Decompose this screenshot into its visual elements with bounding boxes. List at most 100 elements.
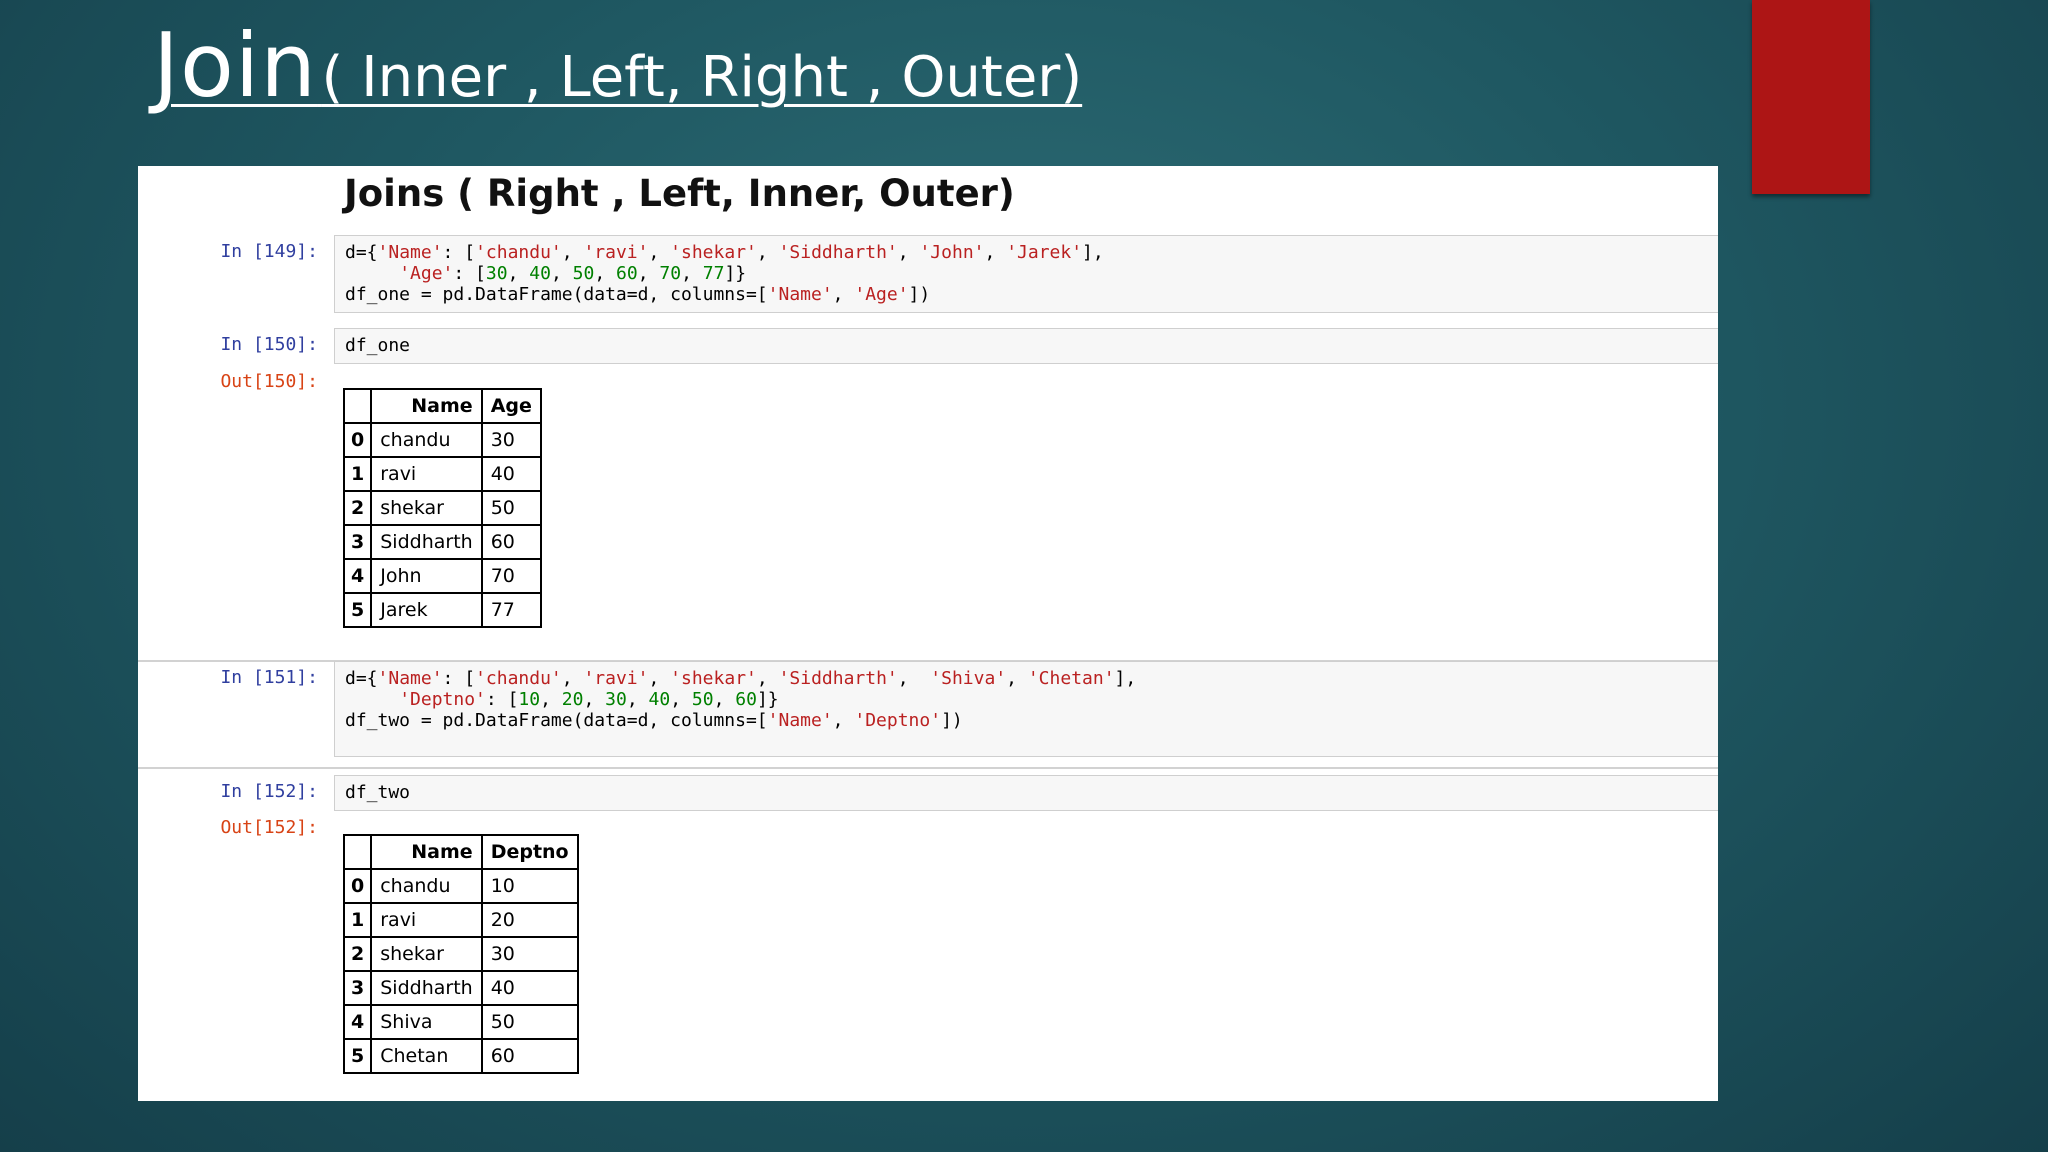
table-header-row: Name Deptno: [342, 834, 579, 870]
code-token: ,: [713, 689, 736, 710]
table-row: 4 John 70: [342, 558, 542, 594]
row-index-cell: 0: [342, 868, 373, 904]
column-header-cell: Name: [370, 388, 483, 424]
code-token: ]}: [756, 689, 779, 710]
code-number-token: 50: [691, 689, 714, 710]
notebook-heading: Joins ( Right , Left, Inner, Outer): [344, 172, 1015, 215]
code-token: ,: [984, 242, 1007, 263]
code-token: df_two = pd.DataFrame(data=d, columns=[: [345, 710, 768, 731]
code-string-token: 'Chetan': [1027, 668, 1115, 689]
code-token: ,: [670, 689, 692, 710]
code-text: d={'Name': ['chandu', 'ravi', 'shekar', …: [335, 236, 1718, 311]
table-cell: 70: [480, 558, 542, 594]
code-number-token: 30: [485, 263, 508, 284]
row-index-cell: 0: [342, 422, 373, 458]
slide-title-main: Join: [153, 14, 318, 117]
code-string-token: 'shekar': [670, 242, 757, 263]
cell-separator: [138, 767, 1718, 769]
row-index-cell: 4: [342, 558, 373, 594]
code-string-token: 'Name': [377, 242, 443, 263]
code-token: ,: [507, 263, 530, 284]
code-string-token: 'Name': [767, 710, 833, 731]
row-index-cell: 5: [342, 1038, 373, 1074]
code-string-token: 'shekar': [670, 668, 757, 689]
table-cell: ravi: [370, 456, 483, 492]
cell-prompt-out-150: Out[150]:: [220, 371, 318, 392]
code-string-token: 'Age': [399, 263, 454, 284]
table-cell: 30: [480, 422, 542, 458]
table-row: 3 Siddharth 40: [342, 970, 579, 1006]
code-text: d={'Name': ['chandu', 'ravi', 'shekar', …: [335, 662, 1718, 737]
code-cell-152[interactable]: df_two: [334, 775, 1718, 811]
code-token: ],: [1114, 668, 1137, 689]
table-row: 3 Siddharth 60: [342, 524, 542, 560]
table-cell: 60: [480, 1038, 579, 1074]
code-number-token: 20: [561, 689, 584, 710]
row-index-cell: 4: [342, 1004, 373, 1040]
cell-prompt-in-151: In [151]:: [220, 667, 318, 688]
table-row: 5 Jarek 77: [342, 592, 542, 628]
code-number-token: 60: [735, 689, 757, 710]
table-cell: 50: [480, 490, 542, 526]
dataframe-table-df-two: Name Deptno 0 chandu 10 1 ravi 20 2 shekar 30 3 Sid…: [342, 834, 579, 1074]
table-row: 4 Shiva 50: [342, 1004, 579, 1040]
code-token: d={: [345, 242, 378, 263]
code-string-token: 'chandu': [475, 242, 562, 263]
code-number-token: 40: [648, 689, 671, 710]
code-token: : [: [442, 668, 476, 689]
code-token: df_two: [345, 782, 411, 803]
code-token: df_one = pd.DataFrame(data=d, columns=[: [345, 284, 768, 305]
code-token: ,: [648, 668, 671, 689]
index-header-cell: [342, 388, 373, 424]
code-number-token: 60: [616, 263, 638, 284]
code-token: d={: [345, 668, 378, 689]
code-string-token: 'Shiva': [930, 668, 1007, 689]
code-cell-151[interactable]: d={'Name': ['chandu', 'ravi', 'shekar', …: [334, 661, 1718, 757]
row-index-cell: 3: [342, 524, 373, 560]
red-accent-tab: [1752, 0, 1870, 194]
table-header-row: Name Age: [342, 388, 542, 424]
table-cell: Chetan: [370, 1038, 483, 1074]
code-token: ,: [756, 242, 779, 263]
code-number-token: 70: [659, 263, 682, 284]
code-string-token: 'John': [919, 242, 985, 263]
table-cell: 30: [480, 936, 579, 972]
code-token: ,: [756, 668, 779, 689]
table-row: 5 Chetan 60: [342, 1038, 579, 1074]
code-token: : [: [453, 263, 486, 284]
code-token: ,: [550, 263, 573, 284]
code-token: ,: [583, 689, 606, 710]
table-cell: 20: [480, 902, 579, 938]
code-number-token: 77: [702, 263, 725, 284]
table-cell: shekar: [370, 490, 483, 526]
code-token: ,: [1006, 668, 1028, 689]
table-row: 2 shekar 30: [342, 936, 579, 972]
code-token: ,: [594, 263, 617, 284]
table-row: 1 ravi 20: [342, 902, 579, 938]
table-cell: 60: [480, 524, 542, 560]
code-token: ,: [561, 242, 584, 263]
code-token: ,: [637, 263, 660, 284]
code-cell-150[interactable]: df_one: [334, 328, 1718, 364]
code-cell-149[interactable]: d={'Name': ['chandu', 'ravi', 'shekar', …: [334, 235, 1718, 313]
code-number-token: 10: [518, 689, 541, 710]
row-index-cell: 2: [342, 490, 373, 526]
cell-prompt-in-150: In [150]:: [220, 334, 318, 355]
column-header-cell: Name: [370, 834, 483, 870]
table-row: 1 ravi 40: [342, 456, 542, 492]
table-cell: Siddharth: [370, 970, 483, 1006]
table-cell: John: [370, 558, 483, 594]
code-token: ,: [648, 242, 671, 263]
row-index-cell: 2: [342, 936, 373, 972]
row-index-cell: 3: [342, 970, 373, 1006]
code-string-token: 'Siddharth': [778, 242, 898, 263]
code-string-token: 'ravi': [583, 668, 649, 689]
code-token: ,: [626, 689, 649, 710]
code-string-token: 'Name': [767, 284, 833, 305]
table-cell: 40: [480, 970, 579, 1006]
code-number-token: 30: [605, 689, 627, 710]
code-string-token: 'Age': [854, 284, 909, 305]
column-header-cell: Age: [480, 388, 542, 424]
